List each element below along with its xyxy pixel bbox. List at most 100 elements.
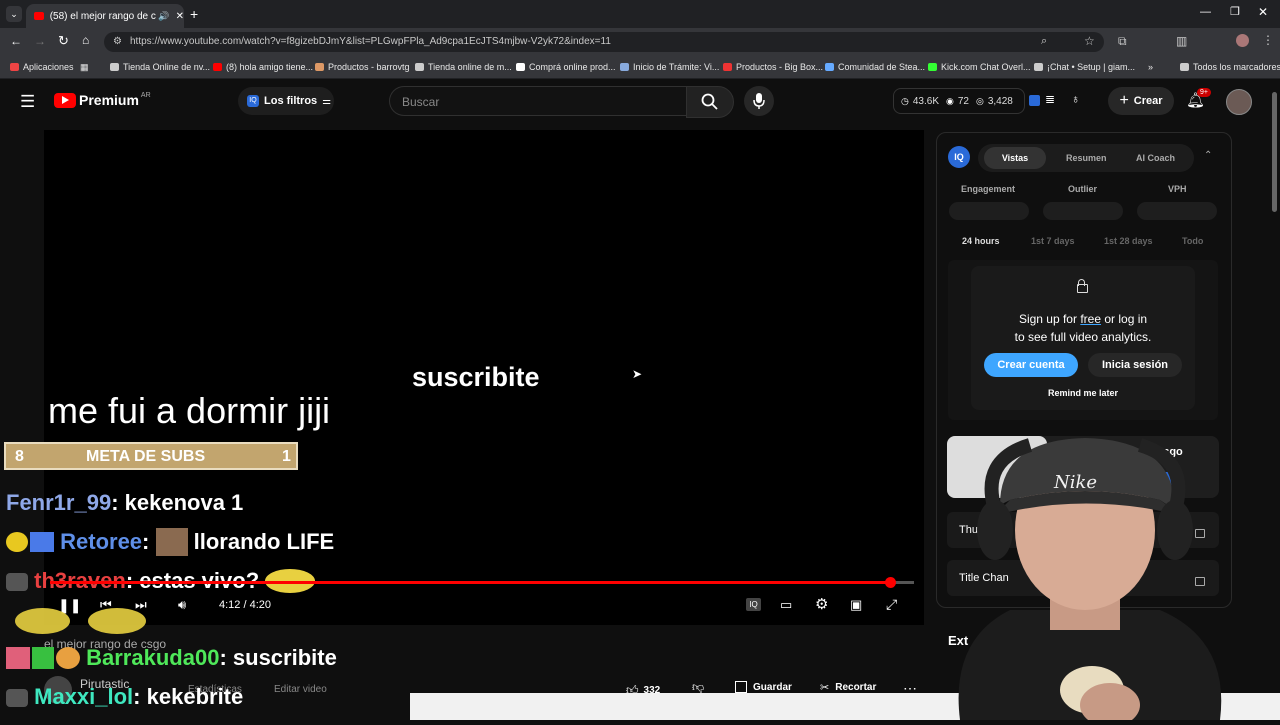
bookmark-item[interactable]: Aplicaciones xyxy=(10,62,74,72)
free-link[interactable]: free xyxy=(1080,312,1101,326)
tab-title: (58) el mejor rango de csgo xyxy=(49,10,157,22)
bookmark-item[interactable]: Tienda online de m... xyxy=(415,62,512,72)
vidiq-icon[interactable] xyxy=(1029,95,1040,106)
stat-views: 43.6K xyxy=(912,95,939,107)
sidepanel-icon[interactable]: ▥ xyxy=(1176,34,1187,48)
flame-icon[interactable]: ♁ xyxy=(1071,92,1080,106)
audio-icon[interactable]: 🔊 xyxy=(158,11,169,22)
save-button[interactable]: Guardar xyxy=(735,681,792,693)
stat-count: 72 xyxy=(957,95,969,107)
country-code: AR xyxy=(140,92,151,99)
home-icon[interactable]: ⌂ xyxy=(82,33,89,47)
tab-vistas[interactable]: Vistas xyxy=(984,147,1046,169)
chat-text: kekebrite xyxy=(146,684,244,709)
bookmark-item[interactable]: ¡Chat • Setup | giam... xyxy=(1034,62,1135,72)
channel-stats: ◷ 43.6K ◉ 72 ◎ 3,428 xyxy=(893,88,1025,114)
panel-iq-icon: IQ xyxy=(948,146,970,168)
more-bookmarks-icon[interactable]: » xyxy=(1148,62,1153,72)
bookmark-star-icon[interactable]: ☆ xyxy=(1084,34,1095,48)
thumbs-down-icon[interactable]: 👎︎ xyxy=(692,680,704,695)
profile-avatar-icon[interactable] xyxy=(1236,34,1249,47)
filters-button[interactable]: IQ Los filtros ⚌ xyxy=(238,87,334,115)
tab-resumen[interactable]: Resumen xyxy=(1066,153,1107,163)
zoom-icon[interactable]: ⌕ xyxy=(1041,35,1047,48)
hamburger-menu-icon[interactable]: ☰ xyxy=(20,92,35,112)
signup-modal: Sign up for free or log in to see full v… xyxy=(971,266,1195,410)
emote-icon xyxy=(88,608,146,634)
chat-text: kekenova 1 xyxy=(124,490,244,515)
url-text: https://www.youtube.com/watch?v=f8gizebD… xyxy=(130,36,611,47)
search-icon xyxy=(701,93,718,110)
youtube-favicon-icon xyxy=(34,12,44,20)
browser-menu-icon[interactable]: ⋮ xyxy=(1262,33,1274,47)
folder-icon xyxy=(110,63,119,71)
bookmark-item[interactable]: Comprá online prod... xyxy=(516,62,616,72)
voice-search-button[interactable] xyxy=(744,86,774,116)
mouse-cursor-icon: ➤ xyxy=(632,367,643,381)
create-label: Crear xyxy=(1133,95,1163,107)
tab-ai-coach[interactable]: AI Coach xyxy=(1136,153,1175,163)
page-scrollbar[interactable] xyxy=(1272,92,1277,212)
range-7d[interactable]: 1st 7 days xyxy=(1031,236,1075,246)
bookmark-item[interactable]: Inicio de Trámite: Vi... xyxy=(620,62,719,72)
subs-goal-bar: 8 META DE SUBS 1 xyxy=(4,442,298,470)
chat-text: suscribite xyxy=(232,645,337,670)
extensions-icon[interactable]: ⧉ xyxy=(1118,34,1127,49)
tab-list-button[interactable]: ⌄ xyxy=(6,6,22,22)
bookmark-item[interactable]: (8) hola amigo tiene... xyxy=(213,62,313,72)
minimize-button[interactable]: — xyxy=(1200,6,1211,18)
fullscreen-icon[interactable]: ⤢ xyxy=(886,596,897,613)
youtube-logo[interactable]: Premium AR xyxy=(54,92,151,108)
progress-scrubber[interactable] xyxy=(885,577,896,588)
reload-icon[interactable]: ↻ xyxy=(58,33,69,49)
address-bar[interactable]: ⚙ https://www.youtube.com/watch?v=f8gize… xyxy=(104,32,1104,52)
site-info-icon[interactable]: ⚙ xyxy=(113,32,122,52)
iq-player-icon[interactable]: IQ xyxy=(746,598,761,611)
subtitles-icon[interactable]: ▭ xyxy=(780,597,792,613)
progress-bar[interactable] xyxy=(50,581,914,584)
search-button[interactable] xyxy=(686,86,734,118)
apps-grid-icon[interactable]: ▦ xyxy=(80,62,89,73)
window-close-button[interactable]: ✕ xyxy=(1258,5,1268,19)
collapse-chevron-icon[interactable]: ⌃ xyxy=(1204,150,1212,161)
range-all[interactable]: Todo xyxy=(1182,236,1203,246)
all-bookmarks[interactable]: Todos los marcadores xyxy=(1180,62,1280,72)
account-avatar[interactable] xyxy=(1226,89,1252,115)
new-tab-button[interactable]: + xyxy=(190,6,198,22)
volume-icon[interactable]: 🔊︎ xyxy=(178,597,186,613)
time-display: 4:12 / 4:20 xyxy=(219,599,271,611)
youtube-play-icon xyxy=(54,92,76,108)
chat-user: Maxxi_lol xyxy=(34,684,134,709)
list-icon[interactable]: ≣ xyxy=(1045,92,1055,106)
bookmark-item[interactable]: Comunidad de Stea... xyxy=(825,62,925,72)
video-caption-center: suscribite xyxy=(412,362,540,392)
login-button[interactable]: Inicia sesión xyxy=(1088,353,1182,377)
tab-close-icon[interactable]: ✕ xyxy=(176,11,184,22)
chat-message: Barrakuda00: suscribite xyxy=(6,645,337,671)
bookmark-item[interactable]: Productos - Big Box... xyxy=(723,62,823,72)
forward-icon[interactable]: → xyxy=(34,34,46,48)
search-input[interactable]: Buscar xyxy=(389,86,687,116)
browser-tab[interactable]: (58) el mejor rango de csgo 🔊 ✕ xyxy=(26,4,184,28)
clip-button[interactable]: ✂ Recortar xyxy=(820,681,876,694)
streamer-figure: Nike xyxy=(958,438,1222,725)
goal-target: 1 xyxy=(282,448,291,465)
create-button[interactable]: + Crear xyxy=(1108,87,1174,115)
restore-button[interactable]: ❐ xyxy=(1230,5,1240,18)
first-badge-icon xyxy=(32,647,54,669)
back-icon[interactable]: ← xyxy=(10,34,22,48)
settings-gear-icon[interactable]: ⚙ xyxy=(815,595,828,613)
store-icon xyxy=(723,63,732,71)
bookmarks-bar: Aplicaciones ▦ Tienda Online de nv... (8… xyxy=(0,56,1280,79)
range-28d[interactable]: 1st 28 days xyxy=(1104,236,1153,246)
remind-later-link[interactable]: Remind me later xyxy=(971,388,1195,398)
bookmark-item[interactable]: Productos - barrovtg xyxy=(315,62,410,72)
edit-video-button[interactable]: Editar video xyxy=(274,684,327,695)
range-24h[interactable]: 24 hours xyxy=(962,236,1000,246)
create-account-button[interactable]: Crear cuenta xyxy=(984,353,1078,377)
like-button[interactable]: 👍︎ 332 xyxy=(626,680,682,700)
like-count: 332 xyxy=(643,684,661,696)
bookmark-item[interactable]: Kick.com Chat Overl... xyxy=(928,62,1031,72)
miniplayer-icon[interactable]: ▣ xyxy=(850,597,862,613)
bookmark-item[interactable]: Tienda Online de nv... xyxy=(110,62,210,72)
